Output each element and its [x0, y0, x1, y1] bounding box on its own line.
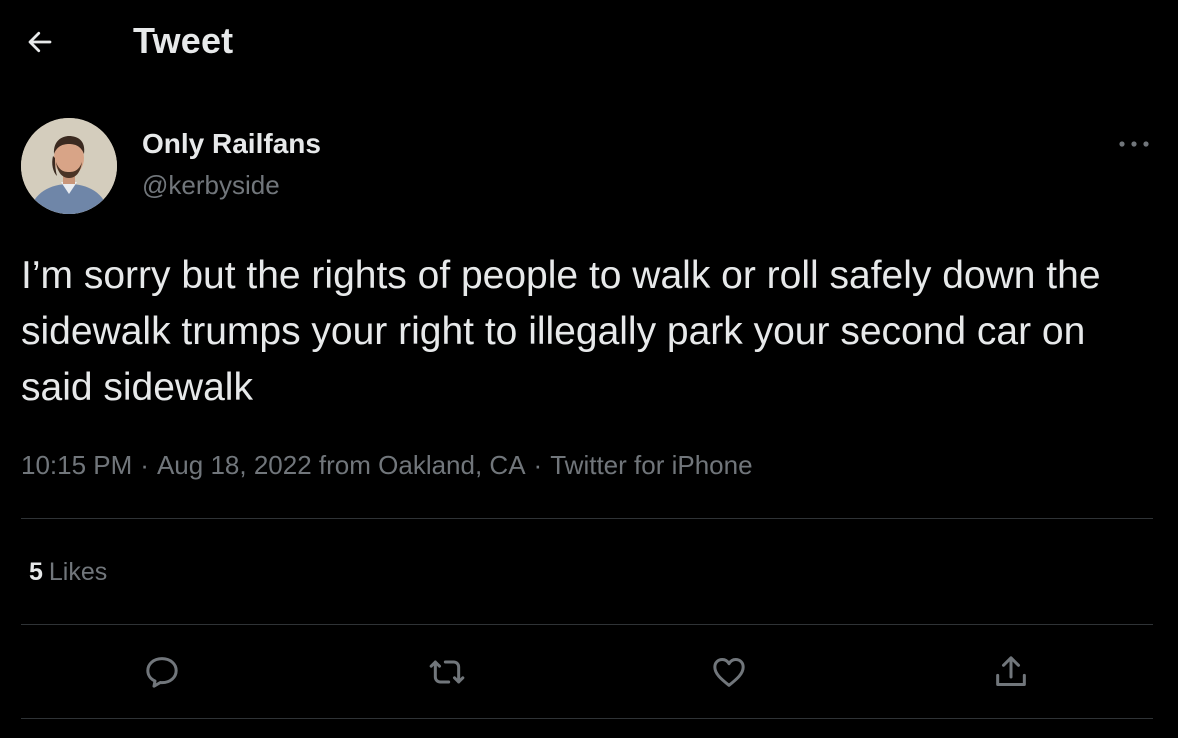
author-handle[interactable]: @kerbyside	[142, 170, 280, 201]
separator: ·	[533, 450, 543, 480]
page-title: Tweet	[133, 20, 234, 61]
tweet-time[interactable]: 10:15 PM	[21, 450, 132, 480]
tweet-date[interactable]: Aug 18, 2022	[157, 450, 312, 480]
like-button[interactable]	[705, 648, 753, 696]
more-button[interactable]	[1112, 130, 1156, 158]
tweet-location: from Oakland, CA	[318, 450, 526, 480]
top-header: Tweet	[0, 0, 1178, 84]
reply-icon	[146, 657, 178, 688]
arrow-left-icon	[28, 31, 52, 53]
share-icon	[996, 656, 1026, 686]
tweet-metadata: 10:15 PM · Aug 18, 2022 from Oakland, CA · T…	[21, 450, 753, 481]
reply-button[interactable]	[138, 648, 186, 696]
tweet-text: I’m sorry but the rights of people to wa…	[21, 254, 1101, 409]
tweet-page: Tweet Only Railfans @kerbyside I’m sorry…	[0, 0, 1178, 738]
avatar[interactable]	[21, 118, 117, 214]
back-button[interactable]	[20, 22, 60, 62]
divider	[21, 624, 1153, 625]
profile-photo	[21, 118, 117, 214]
more-horizontal-icon	[1119, 141, 1149, 147]
separator: ·	[140, 450, 149, 480]
retweet-icon	[429, 660, 465, 684]
tweet-source[interactable]: Twitter for iPhone	[550, 450, 752, 480]
heart-icon	[713, 658, 745, 687]
divider	[21, 518, 1153, 519]
likes-label: Likes	[48, 558, 108, 586]
author-name[interactable]: Only Railfans	[142, 128, 321, 160]
likes-count-link[interactable]: 5 Likes	[29, 558, 107, 587]
share-button[interactable]	[987, 648, 1035, 696]
divider	[21, 718, 1153, 719]
retweet-button[interactable]	[423, 648, 471, 696]
likes-count: 5	[29, 558, 43, 586]
